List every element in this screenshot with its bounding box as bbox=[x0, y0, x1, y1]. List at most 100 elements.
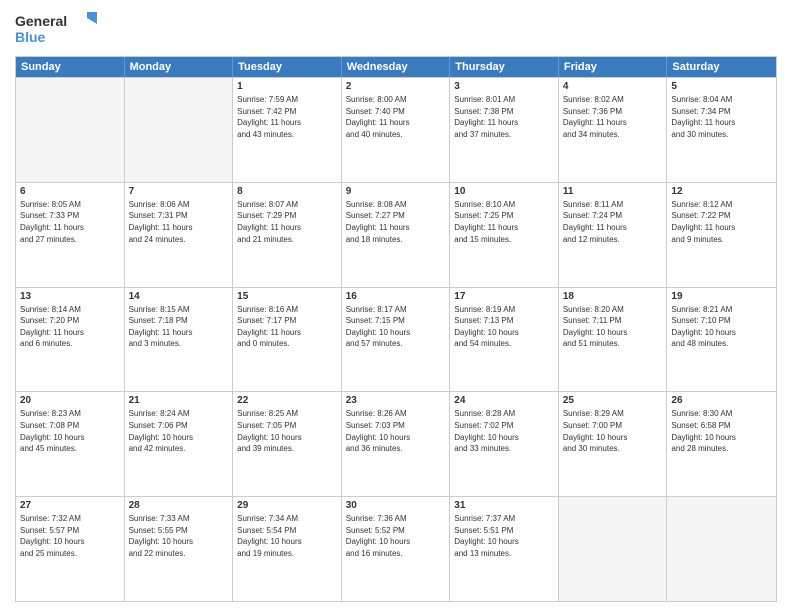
calendar-cell: 13 Sunrise: 8:14 AMSunset: 7:20 PMDayligh… bbox=[16, 288, 125, 392]
cell-line: and 15 minutes. bbox=[454, 234, 554, 246]
cell-line: Daylight: 10 hours bbox=[563, 432, 663, 444]
calendar-cell bbox=[125, 78, 234, 182]
header-cell-wednesday: Wednesday bbox=[342, 57, 451, 77]
day-number: 13 bbox=[20, 291, 120, 302]
cell-line: Sunrise: 7:59 AM bbox=[237, 94, 337, 106]
cell-line: Sunrise: 8:06 AM bbox=[129, 199, 229, 211]
cell-line: and 22 minutes. bbox=[129, 548, 229, 560]
calendar-cell: 1Sunrise: 7:59 AMSunset: 7:42 PMDaylight… bbox=[233, 78, 342, 182]
cell-line: Daylight: 11 hours bbox=[237, 117, 337, 129]
cell-line: and 9 minutes. bbox=[671, 234, 772, 246]
cell-line: Sunrise: 8:00 AM bbox=[346, 94, 446, 106]
day-number: 31 bbox=[454, 500, 554, 511]
calendar-row: 20Sunrise: 8:23 AMSunset: 7:08 PMDayligh… bbox=[16, 391, 776, 496]
day-number: 19 bbox=[671, 291, 772, 302]
header: GeneralBlue bbox=[15, 10, 777, 48]
day-number: 18 bbox=[563, 291, 663, 302]
cell-line: Sunset: 5:52 PM bbox=[346, 525, 446, 537]
calendar-cell: 12Sunrise: 8:12 AMSunset: 7:22 PMDayligh… bbox=[667, 183, 776, 287]
cell-line: Daylight: 11 hours bbox=[563, 222, 663, 234]
cell-line: Sunrise: 7:34 AM bbox=[237, 513, 337, 525]
calendar-cell: 25Sunrise: 8:29 AMSunset: 7:00 PMDayligh… bbox=[559, 392, 668, 496]
cell-line: and 34 minutes. bbox=[563, 129, 663, 141]
cell-line: and 57 minutes. bbox=[346, 338, 446, 350]
cell-line: Sunset: 7:27 PM bbox=[346, 210, 446, 222]
calendar-cell: 22Sunrise: 8:25 AMSunset: 7:05 PMDayligh… bbox=[233, 392, 342, 496]
cell-line: Sunset: 7:05 PM bbox=[237, 420, 337, 432]
cell-line: Daylight: 11 hours bbox=[671, 222, 772, 234]
cell-line: and 12 minutes. bbox=[563, 234, 663, 246]
cell-line: Sunrise: 8:20 AM bbox=[563, 304, 663, 316]
calendar-cell: 9 Sunrise: 8:08 AMSunset: 7:27 PMDaylight… bbox=[342, 183, 451, 287]
cell-line: Sunrise: 8:12 AM bbox=[671, 199, 772, 211]
cell-line: Daylight: 11 hours bbox=[346, 222, 446, 234]
header-cell-monday: Monday bbox=[125, 57, 234, 77]
calendar-cell: 14Sunrise: 8:15 AMSunset: 7:18 PMDayligh… bbox=[125, 288, 234, 392]
cell-line: Daylight: 11 hours bbox=[671, 117, 772, 129]
cell-line: Sunrise: 8:26 AM bbox=[346, 408, 446, 420]
cell-line: and 40 minutes. bbox=[346, 129, 446, 141]
cell-line: Daylight: 10 hours bbox=[237, 432, 337, 444]
day-number: 29 bbox=[237, 500, 337, 511]
cell-line: and 39 minutes. bbox=[237, 443, 337, 455]
cell-line: Sunset: 7:15 PM bbox=[346, 315, 446, 327]
calendar-cell: 8Sunrise: 8:07 AMSunset: 7:29 PMDaylight… bbox=[233, 183, 342, 287]
cell-line: Sunrise: 8:14 AM bbox=[20, 304, 120, 316]
cell-line: Sunrise: 8:24 AM bbox=[129, 408, 229, 420]
cell-line: Sunset: 5:54 PM bbox=[237, 525, 337, 537]
cell-line: and 25 minutes. bbox=[20, 548, 120, 560]
logo: GeneralBlue bbox=[15, 10, 105, 48]
cell-line: Daylight: 10 hours bbox=[454, 536, 554, 548]
cell-line: Sunset: 7:20 PM bbox=[20, 315, 120, 327]
cell-line: Sunrise: 8:08 AM bbox=[346, 199, 446, 211]
cell-line: and 0 minutes. bbox=[237, 338, 337, 350]
cell-line: and 16 minutes. bbox=[346, 548, 446, 560]
day-number: 21 bbox=[129, 395, 229, 406]
day-number: 4 bbox=[563, 81, 663, 92]
day-number: 23 bbox=[346, 395, 446, 406]
cell-line: Daylight: 11 hours bbox=[346, 117, 446, 129]
cell-line: Sunrise: 8:21 AM bbox=[671, 304, 772, 316]
cell-line: Sunset: 7:22 PM bbox=[671, 210, 772, 222]
calendar-cell: 10Sunrise: 8:10 AMSunset: 7:25 PMDayligh… bbox=[450, 183, 559, 287]
day-number: 3 bbox=[454, 81, 554, 92]
calendar-cell: 17Sunrise: 8:19 AMSunset: 7:13 PMDayligh… bbox=[450, 288, 559, 392]
svg-text:Blue: Blue bbox=[15, 29, 46, 45]
logo-icon: GeneralBlue bbox=[15, 10, 105, 48]
cell-line: and 36 minutes. bbox=[346, 443, 446, 455]
cell-line: Sunset: 7:25 PM bbox=[454, 210, 554, 222]
cell-line: Sunrise: 8:17 AM bbox=[346, 304, 446, 316]
cell-line: Sunset: 7:24 PM bbox=[563, 210, 663, 222]
calendar-body: 1Sunrise: 7:59 AMSunset: 7:42 PMDaylight… bbox=[16, 77, 776, 601]
calendar-cell: 15Sunrise: 8:16 AMSunset: 7:17 PMDayligh… bbox=[233, 288, 342, 392]
calendar-cell: 16Sunrise: 8:17 AMSunset: 7:15 PMDayligh… bbox=[342, 288, 451, 392]
day-number: 28 bbox=[129, 500, 229, 511]
calendar-row: 27Sunrise: 7:32 AMSunset: 5:57 PMDayligh… bbox=[16, 496, 776, 601]
cell-line: Daylight: 10 hours bbox=[454, 432, 554, 444]
cell-line: Daylight: 10 hours bbox=[563, 327, 663, 339]
cell-line: and 28 minutes. bbox=[671, 443, 772, 455]
day-number: 26 bbox=[671, 395, 772, 406]
calendar-cell: 11Sunrise: 8:11 AMSunset: 7:24 PMDayligh… bbox=[559, 183, 668, 287]
cell-line: Daylight: 11 hours bbox=[454, 222, 554, 234]
cell-line: Daylight: 10 hours bbox=[346, 432, 446, 444]
day-number: 22 bbox=[237, 395, 337, 406]
cell-line: Sunrise: 7:32 AM bbox=[20, 513, 120, 525]
cell-line: and 3 minutes. bbox=[129, 338, 229, 350]
cell-line: Daylight: 11 hours bbox=[237, 222, 337, 234]
cell-line: Daylight: 10 hours bbox=[237, 536, 337, 548]
cell-line: and 27 minutes. bbox=[20, 234, 120, 246]
cell-line: and 45 minutes. bbox=[20, 443, 120, 455]
cell-line: Daylight: 10 hours bbox=[20, 536, 120, 548]
cell-line: Sunrise: 8:01 AM bbox=[454, 94, 554, 106]
day-number: 9 bbox=[346, 186, 446, 197]
day-number: 5 bbox=[671, 81, 772, 92]
cell-line: Daylight: 11 hours bbox=[20, 327, 120, 339]
cell-line: and 24 minutes. bbox=[129, 234, 229, 246]
cell-line: Sunset: 6:58 PM bbox=[671, 420, 772, 432]
day-number: 30 bbox=[346, 500, 446, 511]
cell-line: Sunrise: 8:11 AM bbox=[563, 199, 663, 211]
calendar-cell: 20Sunrise: 8:23 AMSunset: 7:08 PMDayligh… bbox=[16, 392, 125, 496]
cell-line: Sunrise: 8:10 AM bbox=[454, 199, 554, 211]
cell-line: Sunrise: 8:02 AM bbox=[563, 94, 663, 106]
